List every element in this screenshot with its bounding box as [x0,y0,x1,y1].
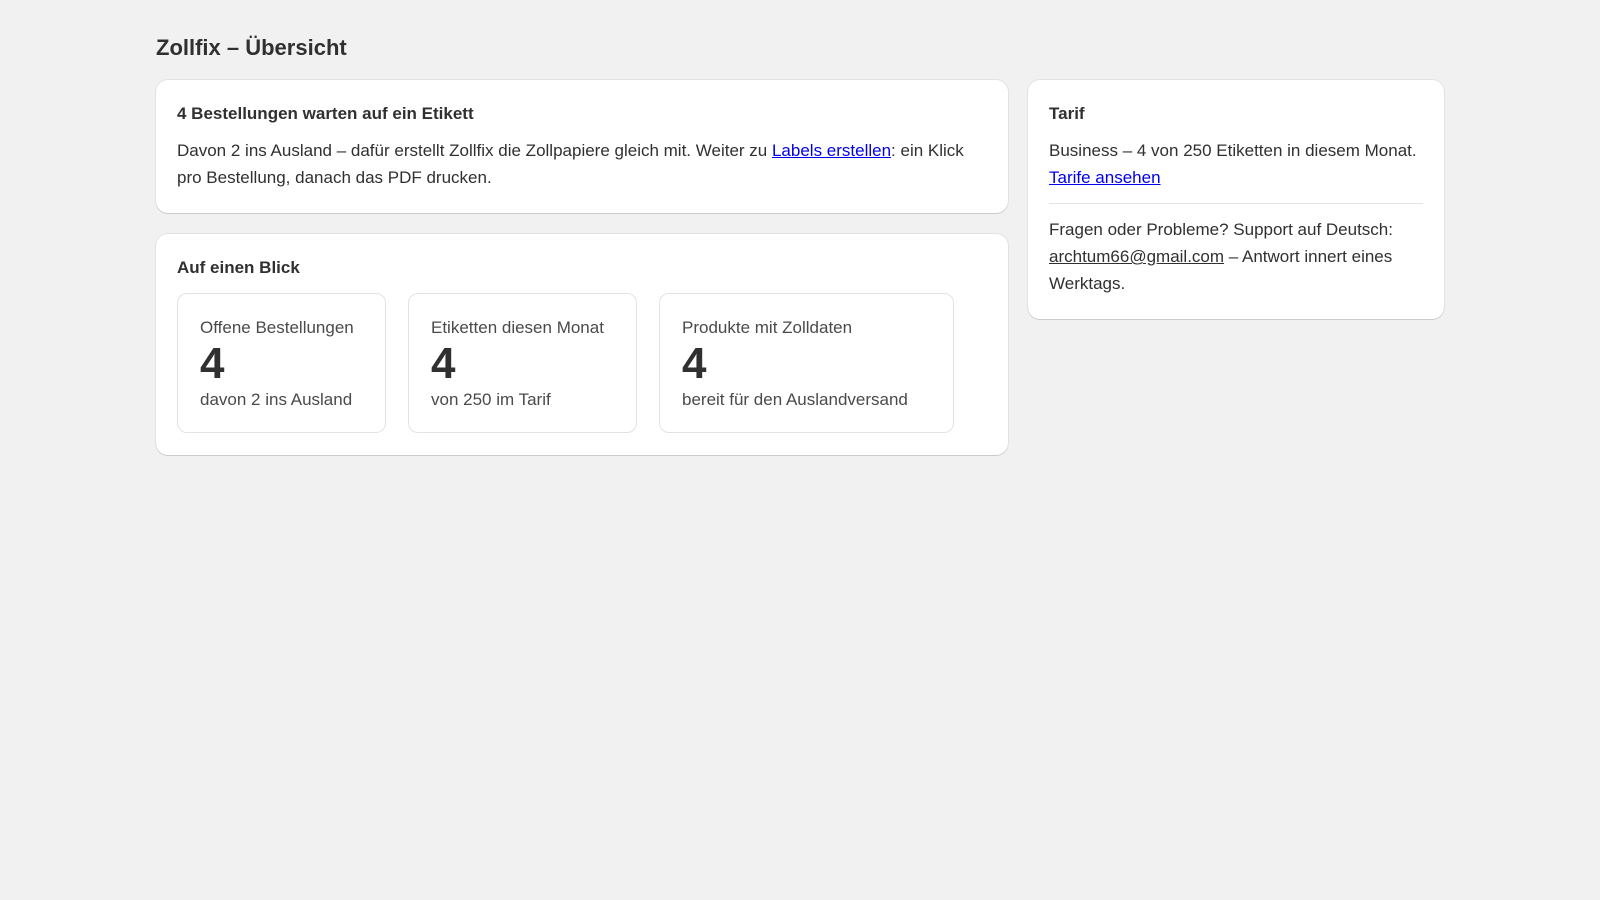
metric-sub: davon 2 ins Ausland [200,390,353,409]
page-title: Zollfix – Übersicht [156,35,347,60]
metric-value: 4 [682,339,707,388]
metric-label: Offene Bestellungen [200,318,354,337]
alert-card-title: 4 Bestellungen warten auf ein Etikett [177,104,474,123]
metric-open-orders: Offene Bestellungen 4 davon 2 ins Auslan… [177,293,386,433]
metric-value: 4 [431,339,456,388]
plan-description: Business – 4 von 250 Etiketten in diesem… [1049,141,1417,160]
metric-label: Etiketten diesen Monat [431,318,604,337]
metric-customs-products: Produkte mit Zolldaten 4 bereit für den … [659,293,954,433]
plan-text: Business – 4 von 250 Etiketten in diesem… [1049,137,1423,191]
plan-card-title: Tarif [1049,104,1085,123]
metric-label: Produkte mit Zolldaten [682,318,853,337]
overview-card: Auf einen Blick Offene Bestellungen 4 da… [156,234,1008,455]
side-column: Tarif Business – 4 von 250 Etiketten in … [1028,80,1444,319]
alert-card: 4 Bestellungen warten auf ein Etikett Da… [156,80,1008,213]
layout: 4 Bestellungen warten auf ein Etikett Da… [156,80,1444,455]
main-column: 4 Bestellungen warten auf ein Etikett Da… [156,80,1008,455]
plan-card: Tarif Business – 4 von 250 Etiketten in … [1028,80,1444,319]
metrics-row: Offene Bestellungen 4 davon 2 ins Auslan… [177,293,987,433]
support-email-link[interactable]: archtum66@gmail.com [1049,247,1224,266]
labels-erstellen-link[interactable]: Labels erstellen [772,141,891,160]
support-text: Fragen oder Probleme? Support auf Deutsc… [1049,216,1423,297]
support-text-before: Fragen oder Probleme? Support auf Deutsc… [1049,220,1393,239]
metric-labels-month: Etiketten diesen Monat 4 von 250 im Tari… [408,293,637,433]
page-container: Zollfix – Übersicht 4 Bestellungen warte… [156,30,1444,455]
alert-text-before-link: Davon 2 ins Ausland – dafür erstellt Zol… [177,141,772,160]
overview-card-title: Auf einen Blick [177,258,300,277]
metric-value: 4 [200,339,225,388]
metric-sub: von 250 im Tarif [431,390,551,409]
alert-card-text: Davon 2 ins Ausland – dafür erstellt Zol… [177,137,987,191]
divider [1049,203,1423,204]
tarife-ansehen-link[interactable]: Tarife ansehen [1049,168,1161,187]
metric-sub: bereit für den Auslandversand [682,390,908,409]
